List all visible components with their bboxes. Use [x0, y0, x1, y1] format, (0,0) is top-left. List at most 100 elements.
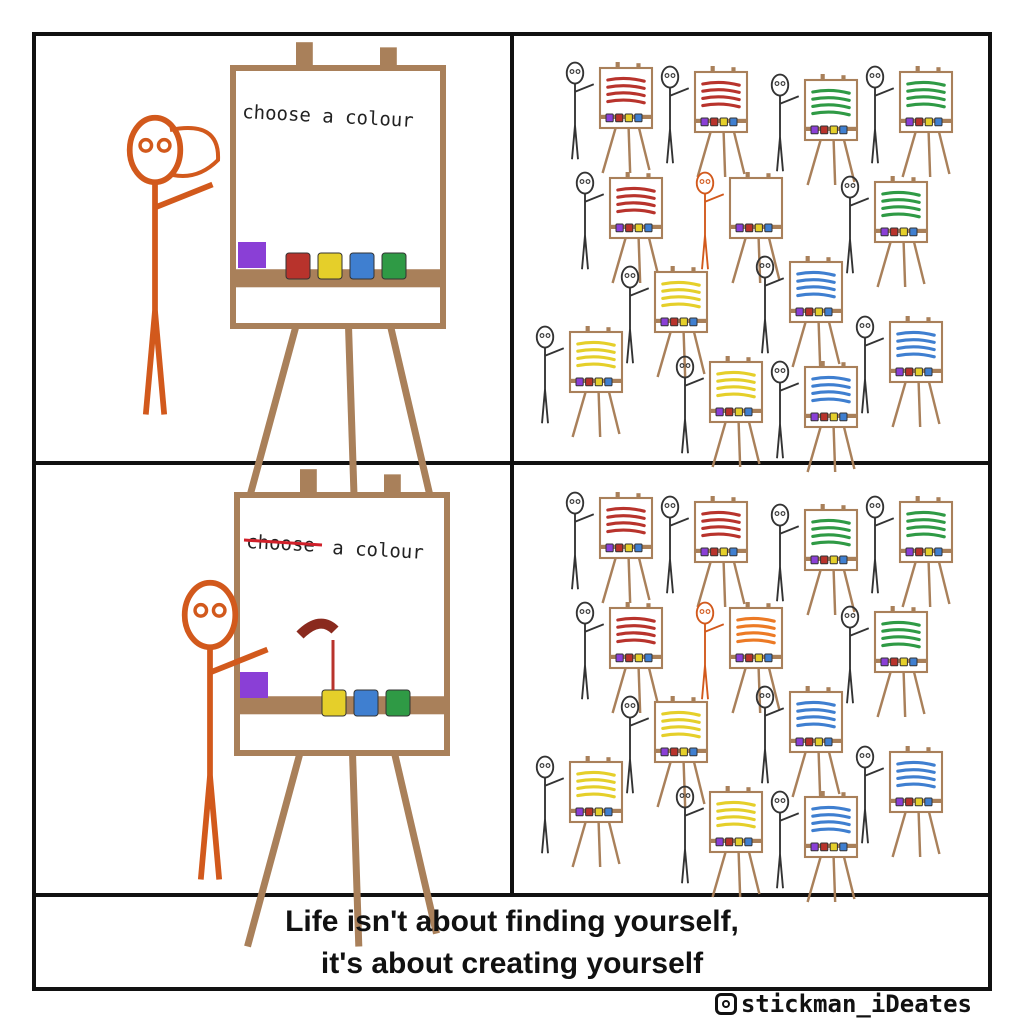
paint-jar-purple: [615, 653, 624, 663]
stickman-leg: [779, 854, 784, 889]
paint-jar-red: [745, 223, 754, 233]
crowd-painter: [770, 503, 859, 616]
paint-jar-yellow: [594, 807, 603, 817]
stickman-head: [620, 695, 640, 719]
easel-leg: [607, 391, 621, 435]
stickman-leg: [544, 819, 549, 854]
stickman-head: [181, 579, 239, 651]
stickman-head: [660, 65, 680, 89]
paint-jar-red: [905, 367, 914, 377]
paint-jar-red: [625, 653, 634, 663]
comic-strip: choose a colour choose a colour: [32, 32, 992, 991]
paint-jar-yellow: [734, 407, 743, 417]
watermark[interactable]: stickman_iDeates: [714, 990, 972, 1018]
paint-jar-purple: [905, 117, 914, 127]
easel-leg: [711, 421, 727, 468]
crowd-stickman: [865, 65, 895, 164]
paint-jar-purple: [715, 837, 724, 847]
paint-jar-blue: [839, 555, 848, 565]
paint-jar-blue: [824, 307, 833, 317]
stickman-leg: [574, 555, 579, 590]
easel-leg: [737, 851, 742, 898]
crowd-painter: [575, 601, 664, 714]
stickman-eye: [630, 703, 636, 708]
easel-leg: [917, 381, 922, 428]
easel-leg: [696, 131, 712, 178]
stickman-eye: [579, 179, 585, 184]
paint-jar-red: [890, 227, 899, 237]
stickman-head: [840, 175, 860, 199]
stickman-eye: [780, 81, 786, 86]
crowd-painter: [770, 790, 859, 903]
easel-leg: [747, 421, 761, 465]
stickman-eye: [780, 368, 786, 373]
easel-leg: [791, 751, 807, 798]
crowd-stickman: [620, 695, 650, 794]
crowd-stickman: [770, 503, 800, 602]
stickman-leg: [764, 319, 769, 354]
stickman-leg: [584, 235, 589, 270]
paint-jar-blue: [839, 125, 848, 135]
paint-jar-yellow: [719, 117, 728, 127]
easel-leg: [927, 131, 932, 178]
stickman-arm: [864, 767, 885, 777]
paint-jar-yellow: [754, 223, 763, 233]
crowd-painter: [855, 745, 944, 858]
paint-jar-red: [820, 412, 829, 422]
stickman-eye: [670, 73, 676, 78]
crowd-painter: [840, 175, 929, 288]
stickman-leg: [849, 239, 854, 274]
paint-jar-red: [710, 117, 719, 127]
paint-jar-blue: [644, 653, 653, 663]
crowd-painter: [660, 495, 749, 608]
stickman-arm: [704, 193, 725, 203]
easel-leg: [732, 131, 746, 175]
stickman-arm: [764, 277, 785, 287]
stickman-eye: [705, 179, 711, 184]
easel-leg: [806, 139, 822, 186]
crowd-stickman: [660, 495, 690, 594]
paint-jar-purple: [660, 317, 669, 327]
easel-leg: [692, 331, 706, 375]
crowd-painter: [675, 785, 764, 898]
paint-jar-purple: [575, 807, 584, 817]
paint-jar-yellow: [814, 737, 823, 747]
stickman-eye: [664, 503, 670, 508]
stickman-eye: [569, 499, 575, 504]
paint-jar-yellow: [829, 125, 838, 135]
stickman-head: [770, 503, 790, 527]
stickman-head: [535, 755, 555, 779]
stickman-head: [855, 315, 875, 339]
paint-jar-yellow: [679, 317, 688, 327]
stickman-eye: [539, 763, 545, 768]
stickman-eye: [869, 503, 875, 508]
paint-jar-purple: [660, 747, 669, 757]
paint-jar-red: [820, 842, 829, 852]
easel-leg: [912, 241, 926, 285]
easel-leg: [722, 131, 727, 178]
easel-leg: [891, 811, 907, 858]
easel-leg: [927, 811, 941, 855]
stickman-leg: [864, 379, 869, 414]
easel-leg: [637, 127, 651, 171]
stickman-eye: [585, 609, 591, 614]
easel-leg: [901, 131, 917, 178]
easel-leg: [607, 821, 621, 865]
stickman-arm: [629, 287, 650, 297]
stickman-head: [865, 495, 885, 519]
stickman-arm: [574, 513, 595, 523]
stickman-arm: [584, 623, 605, 633]
stickman-leg: [629, 759, 634, 794]
paint-jar-green: [381, 252, 407, 280]
paint-jar-red: [890, 657, 899, 667]
paint-jar-blue: [604, 377, 613, 387]
brush-pot: [240, 672, 268, 698]
paint-jar-red: [615, 543, 624, 553]
crowd-painter: [770, 360, 859, 473]
easel-leg: [682, 331, 687, 378]
crowd-painter: [770, 73, 859, 186]
paint-jar-yellow: [719, 547, 728, 557]
paint-jar-yellow: [624, 543, 633, 553]
easel-leg: [597, 391, 602, 438]
crowd-painter: [565, 61, 654, 174]
